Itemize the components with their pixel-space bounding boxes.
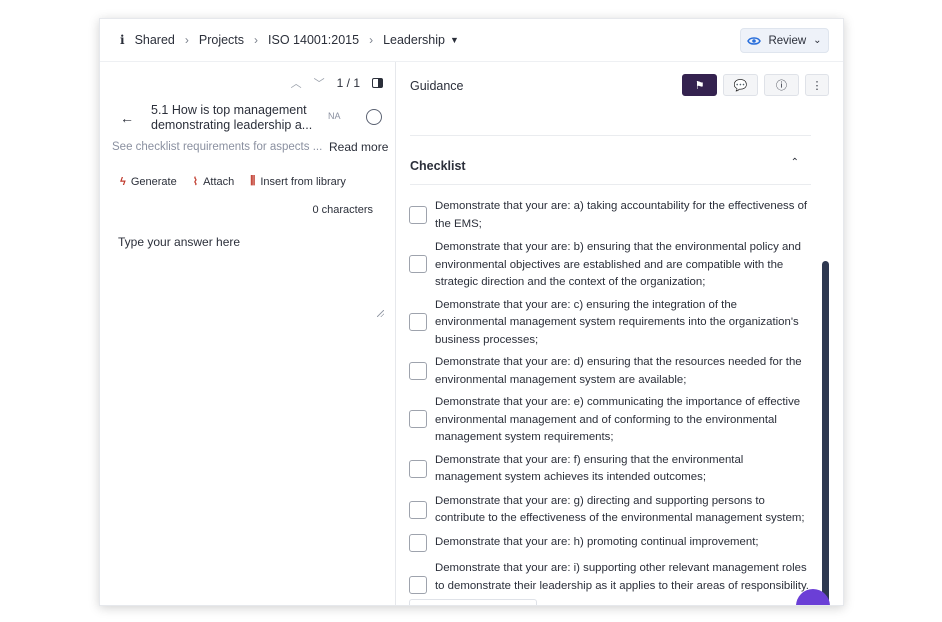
chevron-up-icon[interactable]: ︿ <box>291 75 302 91</box>
kebab-menu-icon: ⋮ <box>811 79 823 92</box>
checklist-checkbox[interactable] <box>409 533 427 552</box>
divider <box>410 135 811 136</box>
checklist-checkbox[interactable] <box>409 500 427 519</box>
info-button[interactable]: ⓘ <box>764 74 799 96</box>
checklist-item-g: Demonstrate that your are: g) directing … <box>409 493 811 528</box>
info-circle-icon: ⓘ <box>776 80 787 92</box>
add-item-button[interactable] <box>409 599 537 605</box>
chevron-right-icon: › <box>184 33 189 47</box>
breadcrumb: i Shared › Projects › ISO 14001:2015 › L… <box>120 33 459 47</box>
checklist-item-text: Demonstrate that your are: g) directing … <box>435 494 805 525</box>
checklist-item-text: Demonstrate that your are: e) communicat… <box>435 396 801 443</box>
checklist-title: Checklist <box>410 159 466 173</box>
chat-bubbles-icon: 💬 <box>733 79 748 92</box>
checklist-checkbox[interactable] <box>409 362 427 380</box>
answer-toolbar: ϟ Generate ⌇ Attach ⫼ Insert from librar… <box>120 175 346 188</box>
checklist-header[interactable]: Checklist ⌃ <box>410 157 811 185</box>
checklist-item-d: Demonstrate that your are: d) ensuring t… <box>409 354 811 389</box>
checklist-hint: See checklist requirements for aspects .… <box>112 141 323 153</box>
checklist-item-text: Demonstrate that your are: h) promoting … <box>435 535 759 548</box>
arrow-left-icon[interactable]: ← <box>120 110 134 126</box>
scrollbar-thumb[interactable] <box>822 261 829 605</box>
character-count: 0 characters <box>312 204 373 216</box>
chevron-down-icon[interactable]: ﹀ <box>314 75 325 91</box>
checklist-items: Demonstrate that your are: a) taking acc… <box>409 198 811 595</box>
checklist-checkbox[interactable] <box>409 459 427 478</box>
checklist-checkbox[interactable] <box>409 312 427 331</box>
attach-label: Attach <box>203 175 235 188</box>
generate-button[interactable]: ϟ Generate <box>120 175 177 188</box>
question-text[interactable]: 5.1 How is top management demonstrating … <box>151 103 321 133</box>
checklist-item-text: Demonstrate that your are: d) ensuring t… <box>435 356 802 386</box>
eye-icon <box>747 36 762 45</box>
checklist-item-c: Demonstrate that your are: c) ensuring t… <box>409 297 811 350</box>
more-options-button[interactable]: ⋮ <box>805 74 829 96</box>
checklist-item-f: Demonstrate that your are: f) ensuring t… <box>409 452 811 487</box>
library-icon: ⫼ <box>250 175 256 187</box>
pager-count: 1 / 1 <box>336 76 360 90</box>
breadcrumb-item-projects[interactable]: Projects <box>199 33 244 47</box>
read-more-link[interactable]: Read more <box>329 140 388 154</box>
insert-label: Insert from library <box>260 175 346 188</box>
checklist-checkbox[interactable] <box>409 410 427 428</box>
paperclip-icon: ⌇ <box>192 176 199 188</box>
generate-label: Generate <box>130 175 177 188</box>
app-window: i Shared › Projects › ISO 14001:2015 › L… <box>99 18 844 606</box>
na-badge[interactable]: NA <box>328 111 341 121</box>
resize-handle-icon[interactable] <box>377 310 384 317</box>
checklist-item-h: Demonstrate that your are: h) promoting … <box>409 533 811 552</box>
answer-textarea[interactable]: Type your answer here <box>112 235 386 319</box>
question-row: ← 5.1 How is top management demonstratin… <box>118 103 388 137</box>
checklist-item-i: Demonstrate that your are: i) supporting… <box>409 560 811 595</box>
breadcrumb-item-shared[interactable]: Shared <box>135 33 175 47</box>
checklist-item-text: Demonstrate that your are: b) ensuring t… <box>435 241 801 288</box>
checklist-checkbox[interactable] <box>409 576 427 594</box>
checklist-item-text: Demonstrate that your are: i) supporting… <box>435 562 809 592</box>
chevron-right-icon: › <box>369 33 374 47</box>
checklist-checkbox[interactable] <box>409 206 427 224</box>
guidance-toolbar: ⚑ 💬 ⓘ ⋮ <box>682 74 829 96</box>
guidance-title: Guidance <box>410 79 464 93</box>
caret-down-icon[interactable]: ▼ <box>450 35 459 45</box>
checklist-checkbox[interactable] <box>409 255 427 273</box>
guidance-toggle-button[interactable]: ⚑ <box>682 74 717 96</box>
comments-button[interactable]: 💬 <box>723 74 758 96</box>
guidance-pane: Guidance ⚑ 💬 ⓘ ⋮ Checklist ⌃ Demonstrate… <box>397 62 843 605</box>
chevron-up-icon[interactable]: ⌃ <box>791 157 799 168</box>
checklist-item-text: Demonstrate that your are: c) ensuring t… <box>435 298 799 346</box>
checklist-item-b: Demonstrate that your are: b) ensuring t… <box>409 239 811 292</box>
chevron-right-icon: › <box>254 33 259 47</box>
review-button[interactable]: Review ⌄ <box>740 28 829 53</box>
answer-placeholder: Type your answer here <box>118 235 241 249</box>
flag-icon: ⚑ <box>694 79 705 92</box>
breadcrumb-item-leadership[interactable]: Leadership <box>383 33 445 47</box>
breadcrumb-item-standard[interactable]: ISO 14001:2015 <box>268 33 359 47</box>
checklist-item-text: Demonstrate that your are: f) ensuring t… <box>435 453 744 484</box>
question-pane: ︿ ﹀ 1 / 1 ← 5.1 How is top management de… <box>100 62 396 605</box>
chevron-down-icon: ⌄ <box>813 35 822 46</box>
checklist-item-text: Demonstrate that your are: a) taking acc… <box>435 200 808 230</box>
info-icon[interactable]: i <box>120 33 125 47</box>
checklist-item-a: Demonstrate that your are: a) taking acc… <box>409 198 811 233</box>
review-label: Review <box>768 34 807 47</box>
status-circle-icon[interactable] <box>366 109 382 125</box>
header-bar: i Shared › Projects › ISO 14001:2015 › L… <box>100 19 843 62</box>
checklist-item-e: Demonstrate that your are: e) communicat… <box>409 394 811 447</box>
pager: ︿ ﹀ 1 / 1 <box>291 75 383 91</box>
split-view-icon[interactable] <box>372 78 383 88</box>
lightning-icon: ϟ <box>120 175 126 188</box>
attach-button[interactable]: ⌇ Attach <box>192 175 235 189</box>
insert-from-library-button[interactable]: ⫼ Insert from library <box>250 175 346 188</box>
